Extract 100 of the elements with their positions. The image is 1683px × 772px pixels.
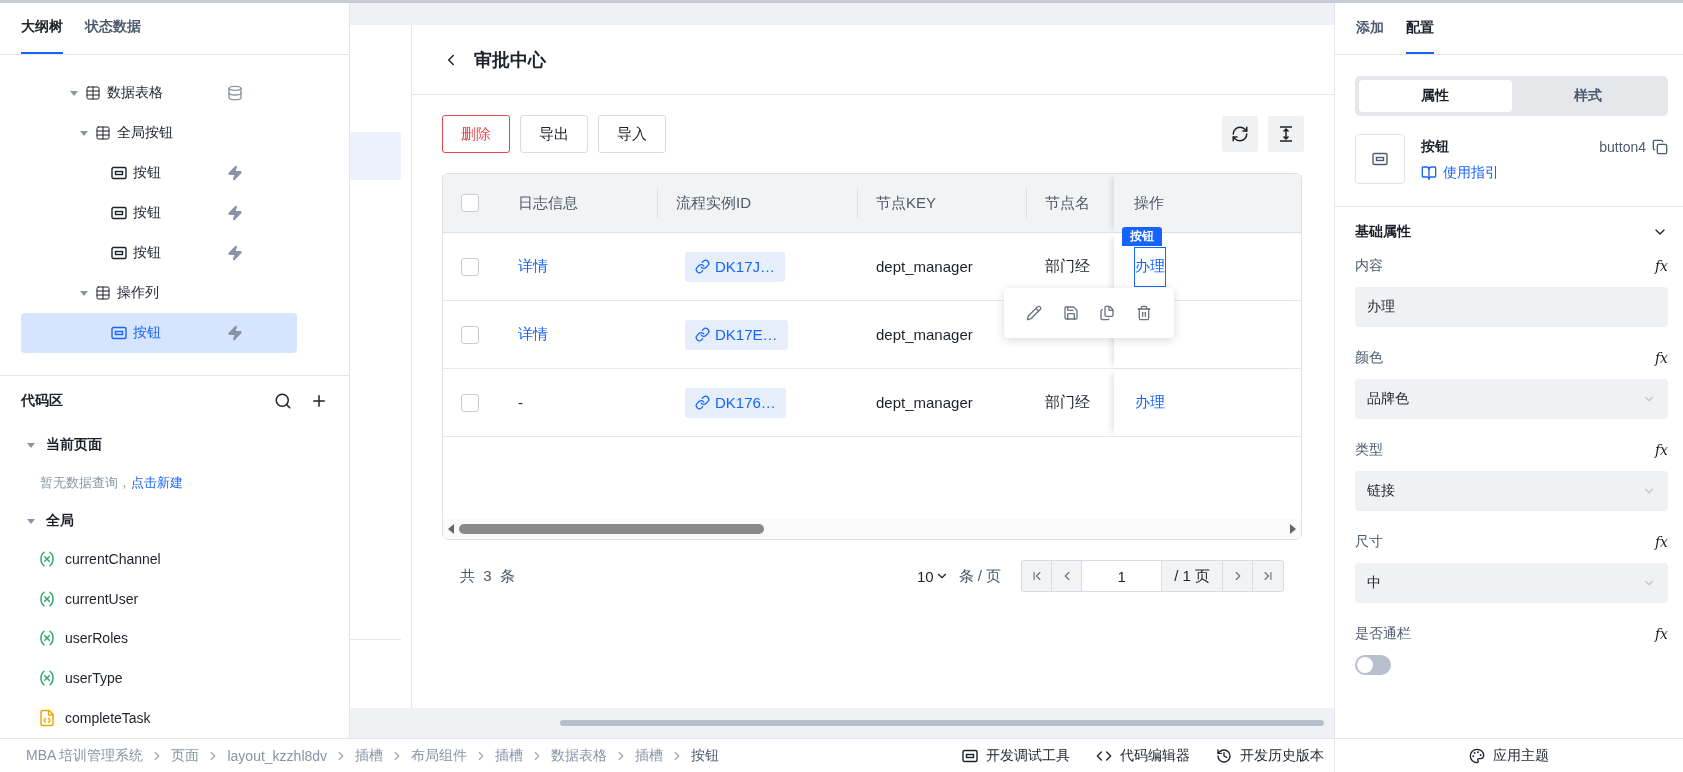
- tree-item[interactable]: 操作列: [21, 272, 297, 313]
- formula-toggle[interactable]: fx: [1654, 350, 1668, 366]
- table-cell-text: 部门经: [1044, 393, 1091, 412]
- copy-icon[interactable]: [1099, 305, 1116, 321]
- details-link[interactable]: 详情: [518, 325, 548, 342]
- link-icon: [695, 327, 710, 342]
- toolbar-button[interactable]: 导出: [520, 115, 588, 153]
- table-icon: [95, 124, 111, 141]
- toggle-switch[interactable]: [1355, 655, 1391, 675]
- variable-icon: [38, 669, 56, 688]
- panel-tab[interactable]: 添加: [1356, 3, 1384, 54]
- database-icon[interactable]: [227, 84, 243, 101]
- panel-tab[interactable]: 配置: [1406, 3, 1434, 54]
- page-size-select[interactable]: 10: [916, 567, 949, 585]
- breadcrumb-item[interactable]: 按钮: [691, 746, 720, 765]
- segment-tab[interactable]: 样式: [1511, 80, 1664, 112]
- formula-toggle[interactable]: fx: [1654, 258, 1668, 274]
- field-label: 类型: [1355, 441, 1383, 459]
- instance-id-tag[interactable]: DK176…: [685, 387, 786, 418]
- action-link[interactable]: 办理: [1134, 392, 1166, 413]
- formula-toggle[interactable]: fx: [1654, 442, 1668, 458]
- edit-icon[interactable]: [1026, 305, 1043, 321]
- lightning-icon[interactable]: [227, 164, 243, 181]
- history-icon: [1216, 747, 1232, 764]
- search-icon[interactable]: [274, 392, 292, 411]
- tree-item[interactable]: 按钮: [21, 192, 297, 233]
- variable-name[interactable]: completeTask: [65, 710, 151, 727]
- input-field[interactable]: 办理: [1355, 287, 1668, 327]
- variable-icon: [38, 549, 56, 568]
- select-field[interactable]: 中: [1355, 563, 1668, 603]
- column-header: 日志信息: [500, 188, 658, 218]
- menu-highlight: [350, 132, 401, 180]
- link-icon: [695, 259, 710, 274]
- lightning-icon[interactable]: [227, 244, 243, 261]
- palette-icon: [1469, 747, 1485, 764]
- variable-name[interactable]: userType: [65, 670, 123, 687]
- instance-id-tag[interactable]: DK17E…: [685, 319, 788, 350]
- toolbar-button[interactable]: 删除: [442, 115, 510, 153]
- segment-tab[interactable]: 属性: [1359, 80, 1512, 112]
- lightning-icon[interactable]: [227, 324, 243, 341]
- column-header: 流程实例ID: [658, 188, 858, 218]
- scroll-left-icon[interactable]: [447, 523, 455, 535]
- tree-item[interactable]: 按钮: [21, 232, 297, 273]
- save-icon[interactable]: [1062, 305, 1079, 321]
- tree-item[interactable]: 数据表格: [21, 72, 297, 113]
- panel-tab[interactable]: 状态数据: [85, 3, 141, 54]
- checkbox[interactable]: [461, 194, 479, 212]
- field-label: 颜色: [1355, 349, 1383, 367]
- refresh-icon: [1231, 125, 1249, 143]
- field-label: 内容: [1355, 257, 1383, 275]
- scroll-thumb[interactable]: [459, 524, 764, 534]
- theme-button[interactable]: 应用主题: [1469, 739, 1549, 772]
- table-cell: -: [518, 394, 523, 411]
- create-link[interactable]: 点击新建: [131, 475, 183, 491]
- select-field[interactable]: 品牌色: [1355, 379, 1668, 419]
- last-page-icon: [1261, 569, 1275, 583]
- checkbox[interactable]: [461, 325, 479, 344]
- group-title[interactable]: 当前页面: [46, 436, 102, 455]
- formula-toggle[interactable]: fx: [1654, 626, 1668, 642]
- copy-icon[interactable]: [1652, 139, 1668, 155]
- row-height-icon: [1277, 125, 1295, 143]
- empty-message: 暂无数据查询，点击新建: [40, 474, 183, 493]
- tool-button[interactable]: 代码编辑器: [1096, 746, 1190, 765]
- toolbar-button[interactable]: 导入: [598, 115, 666, 153]
- file-icon: [38, 709, 56, 728]
- checkbox[interactable]: [461, 257, 479, 276]
- tool-button[interactable]: 开发调试工具: [962, 746, 1070, 765]
- page-total: / 1 页: [1162, 561, 1223, 591]
- variable-name[interactable]: currentUser: [65, 590, 139, 607]
- total-count: 共 3 条: [460, 566, 518, 586]
- details-link[interactable]: 详情: [518, 257, 548, 274]
- select-field[interactable]: 链接: [1355, 471, 1668, 511]
- tree-item[interactable]: 全局按钮: [21, 112, 297, 153]
- group-title[interactable]: 全局: [46, 511, 74, 530]
- column-header: 节点KEY: [858, 188, 1027, 218]
- tree-item[interactable]: 按钮: [21, 312, 297, 353]
- action-link[interactable]: 办理: [1134, 246, 1166, 287]
- component-id: button4: [1599, 139, 1646, 155]
- tool-button[interactable]: 开发历史版本: [1216, 746, 1324, 765]
- tree-item[interactable]: 按钮: [21, 152, 297, 193]
- table-cell-text: dept_manager: [875, 394, 974, 411]
- variable-name[interactable]: userRoles: [65, 630, 129, 647]
- section-title: 基础属性: [1355, 223, 1411, 241]
- formula-toggle[interactable]: fx: [1654, 534, 1668, 550]
- checkbox[interactable]: [461, 393, 479, 412]
- component-name: 按钮: [1421, 138, 1450, 156]
- scroll-thumb[interactable]: [560, 720, 1324, 726]
- page-input[interactable]: 1: [1082, 561, 1163, 591]
- scroll-right-icon[interactable]: [1289, 523, 1297, 535]
- variable-icon: [38, 589, 56, 608]
- variable-icon: [38, 629, 56, 648]
- row-height-button[interactable]: [1268, 116, 1304, 152]
- delete-icon[interactable]: [1135, 305, 1152, 321]
- lightning-icon[interactable]: [227, 204, 243, 221]
- link-icon: [695, 395, 710, 410]
- instance-id-tag[interactable]: DK17J…: [685, 251, 786, 282]
- panel-tab[interactable]: 大纲树: [21, 3, 63, 54]
- guide-link[interactable]: 使用指引: [1421, 164, 1499, 182]
- refresh-button[interactable]: [1222, 116, 1258, 152]
- variable-name[interactable]: currentChannel: [65, 550, 161, 567]
